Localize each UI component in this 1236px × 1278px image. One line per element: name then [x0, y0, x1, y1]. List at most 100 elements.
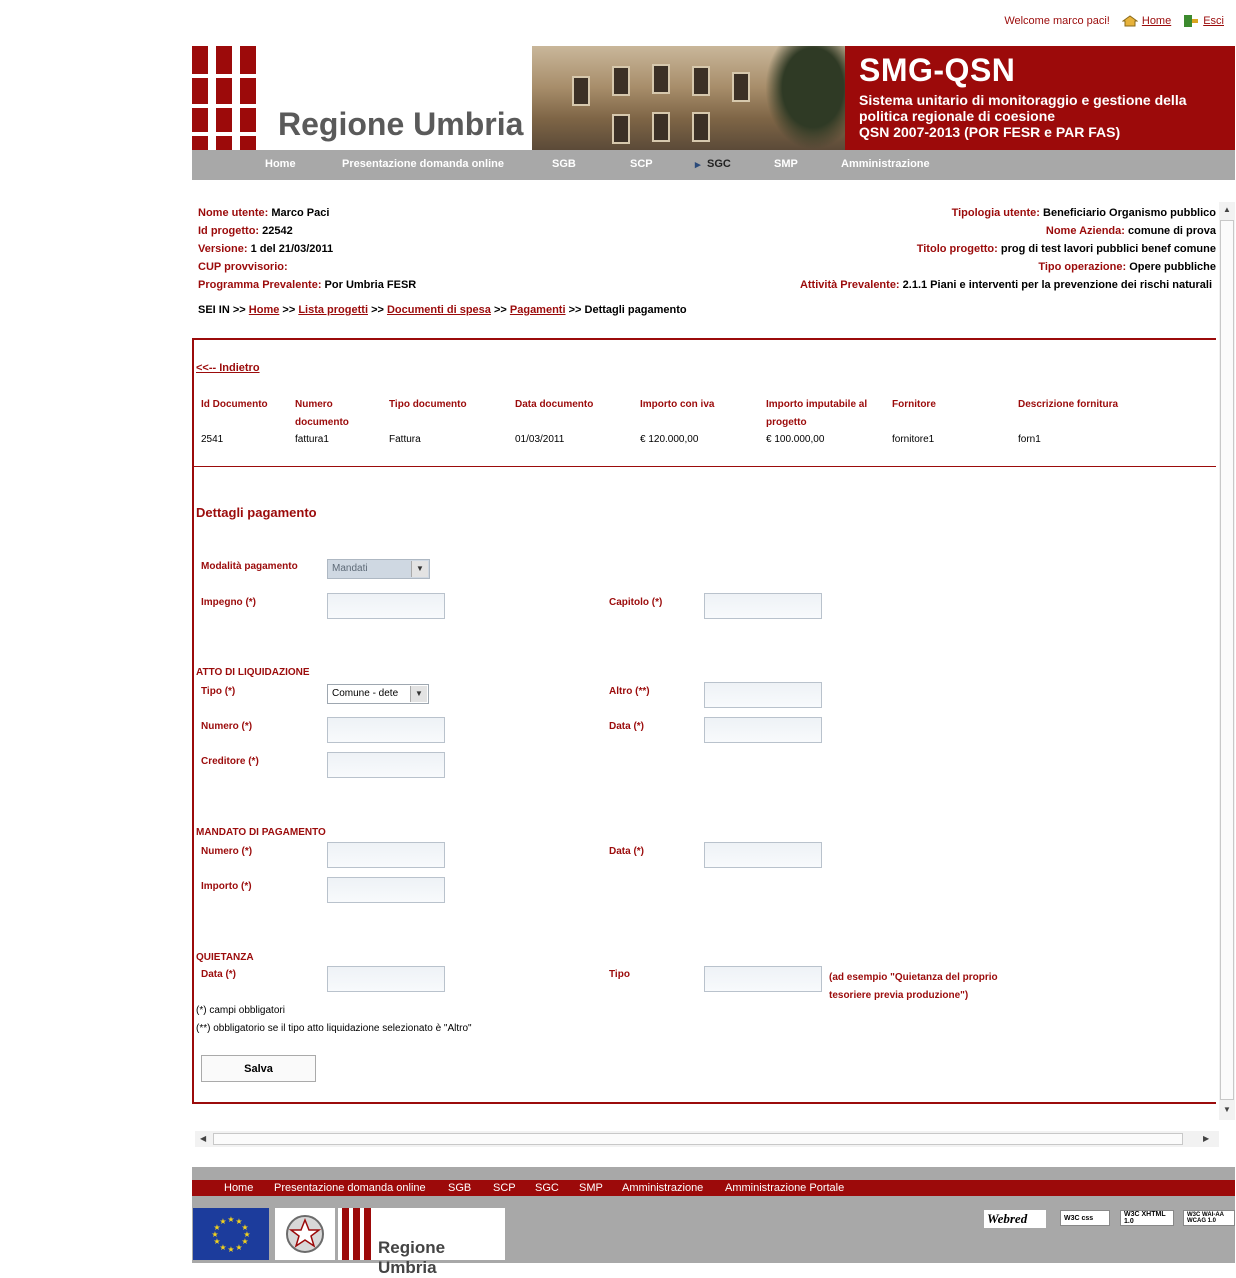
info-titolo: Titolo progetto: prog di test lavori pub…: [916, 243, 1216, 255]
numero-atto-input[interactable]: [327, 717, 445, 743]
tipo-select[interactable]: Comune - dete ▼: [327, 684, 429, 704]
scroll-left-icon[interactable]: ◀: [200, 1134, 206, 1143]
table-cell: fornitore1: [892, 434, 935, 445]
webred-badge[interactable]: Webred: [984, 1210, 1046, 1228]
back-link[interactable]: <<-- Indietro: [196, 362, 260, 374]
note-required: (*) campi obbligatori: [196, 1005, 285, 1016]
header-banner: Regione Umbria SMG-QSN Sistema unitario …: [192, 46, 1235, 150]
footer-nav-amministrazione[interactable]: Amministrazione: [622, 1182, 703, 1194]
exit-icon: [1184, 15, 1199, 27]
info-tipo-operazione: Tipo operazione: Opere pubbliche: [1038, 261, 1216, 273]
nav-sgc[interactable]: SGC: [707, 158, 731, 170]
data-mandato-input[interactable]: [704, 842, 822, 868]
footer-nav-scp[interactable]: SCP: [493, 1182, 516, 1194]
altro-label: Altro (**): [609, 686, 650, 697]
creditore-label: Creditore (*): [201, 756, 259, 767]
breadcrumb: SEI IN >> Home >> Lista progetti >> Docu…: [198, 304, 687, 316]
numero-mandato-input[interactable]: [327, 842, 445, 868]
nav-sgb[interactable]: SGB: [552, 158, 576, 170]
footer-nav-amministrazione-portale[interactable]: Amministrazione Portale: [725, 1182, 844, 1194]
footer-nav-smp[interactable]: SMP: [579, 1182, 603, 1194]
table-cell: € 120.000,00: [640, 434, 699, 445]
breadcrumb-sep: >>: [568, 304, 582, 316]
quietanza-heading: QUIETANZA: [196, 952, 254, 963]
breadcrumb-pagamenti[interactable]: Pagamenti: [510, 304, 566, 316]
mandato-heading: MANDATO DI PAGAMENTO: [196, 827, 326, 838]
svg-text:★: ★: [219, 1217, 226, 1226]
vertical-scrollbar[interactable]: ▲ ▼: [1219, 202, 1235, 1120]
breadcrumb-documenti-spesa[interactable]: Documenti di spesa: [387, 304, 491, 316]
th-id-documento: Id Documento: [201, 399, 268, 410]
svg-text:★: ★: [227, 1215, 234, 1224]
breadcrumb-sep: >>: [232, 304, 246, 316]
footer-nav-sgb[interactable]: SGB: [448, 1182, 471, 1194]
quietanza-hint-line-1: (ad esempio "Quietanza del proprio: [829, 972, 998, 983]
data-quietanza-label: Data (*): [201, 969, 237, 980]
region-title: Regione Umbria: [278, 106, 524, 142]
w3c-xhtml-badge[interactable]: W3C XHTML 1.0: [1120, 1210, 1174, 1226]
horizontal-scrollbar[interactable]: ◀ ▶: [195, 1131, 1219, 1147]
nav-presentazione[interactable]: Presentazione domanda online: [342, 158, 504, 170]
data-atto-label: Data (*): [609, 721, 645, 732]
th-descrizione: Descrizione fornitura: [1018, 399, 1119, 410]
footer-nav-presentazione[interactable]: Presentazione domanda online: [274, 1182, 426, 1194]
top-home-link[interactable]: Home: [1121, 15, 1171, 27]
w3c-css-badge[interactable]: W3C css: [1060, 1210, 1110, 1226]
modalita-label: Modalità pagamento: [201, 561, 298, 572]
importo-input[interactable]: [327, 877, 445, 903]
breadcrumb-lista-progetti[interactable]: Lista progetti: [298, 304, 368, 316]
modalita-select[interactable]: Mandati ▼: [327, 559, 430, 579]
capitolo-input[interactable]: [704, 593, 822, 619]
th-fornitore: Fornitore: [892, 399, 936, 410]
creditore-input[interactable]: [327, 752, 445, 778]
numero-mandato-label: Numero (*): [201, 846, 253, 857]
w3c-wai-badge[interactable]: W3C WAI-AA WCAG 1.0: [1183, 1210, 1235, 1226]
exit-label: Esci: [1203, 14, 1224, 27]
tipo-value: Comune - dete: [332, 688, 399, 699]
info-cup: CUP provvisorio:: [198, 261, 288, 273]
impegno-input[interactable]: [327, 593, 445, 619]
breadcrumb-sep: >>: [282, 304, 296, 316]
nav-smp[interactable]: SMP: [774, 158, 798, 170]
footer-nav-sgc[interactable]: SGC: [535, 1182, 559, 1194]
tipo-quietanza-input[interactable]: [704, 966, 822, 992]
table-cell: fattura1: [295, 434, 329, 445]
info-version: Versione: 1 del 21/03/2011: [198, 243, 334, 255]
info-user: Nome utente: Marco Paci: [198, 207, 330, 219]
horizontal-scroll-thumb[interactable]: [213, 1133, 1183, 1145]
welcome-text: Welcome marco paci!: [1004, 15, 1110, 27]
th-importo-iva: Importo con iva: [640, 399, 715, 410]
vertical-scroll-thumb[interactable]: [1220, 220, 1234, 1100]
main-nav: Home Presentazione domanda online SGB SC…: [192, 150, 1235, 180]
footer-nav: Home Presentazione domanda online SGB SC…: [192, 1180, 1235, 1196]
scroll-up-icon[interactable]: ▲: [1223, 205, 1231, 214]
scroll-right-icon[interactable]: ▶: [1203, 1134, 1209, 1143]
nav-amministrazione[interactable]: Amministrazione: [841, 158, 930, 170]
scroll-down-icon[interactable]: ▼: [1223, 1105, 1231, 1114]
subtitle-line-1: Sistema unitario di monitoraggio e gesti…: [859, 92, 1187, 108]
th-tipo-documento: Tipo documento: [389, 399, 467, 410]
th-importo-imputabile: Importo imputabile al progetto: [766, 399, 868, 428]
nav-scp[interactable]: SCP: [630, 158, 653, 170]
app-title: SMG-QSN: [859, 52, 1016, 88]
chevron-down-icon: ▼: [411, 561, 428, 577]
footer-nav-home[interactable]: Home: [224, 1182, 253, 1194]
save-button[interactable]: Salva: [201, 1055, 316, 1082]
altro-input[interactable]: [704, 682, 822, 708]
info-programma: Programma Prevalente: Por Umbria FESR: [198, 279, 417, 291]
nav-home[interactable]: Home: [265, 158, 296, 170]
table-cell: 2541: [201, 434, 224, 445]
data-atto-input[interactable]: [704, 717, 822, 743]
nav-active-icon: ▸: [695, 159, 701, 171]
table-cell: forn1: [1018, 434, 1041, 445]
subtitle-line-2: politica regionale di coesione: [859, 108, 1056, 124]
exit-link[interactable]: Esci: [1183, 14, 1224, 28]
breadcrumb-current: Dettagli pagamento: [584, 304, 687, 316]
breadcrumb-home[interactable]: Home: [249, 304, 280, 316]
data-quietanza-input[interactable]: [327, 966, 445, 992]
app-title-box: SMG-QSN Sistema unitario di monitoraggio…: [845, 46, 1235, 150]
subtitle-line-3: QSN 2007-2013 (POR FESR e PAR FAS): [859, 124, 1121, 140]
info-azienda: Nome Azienda: comune di prova: [1045, 225, 1216, 237]
table-cell: 01/03/2011: [515, 434, 565, 445]
table-cell: Fattura: [389, 434, 421, 445]
